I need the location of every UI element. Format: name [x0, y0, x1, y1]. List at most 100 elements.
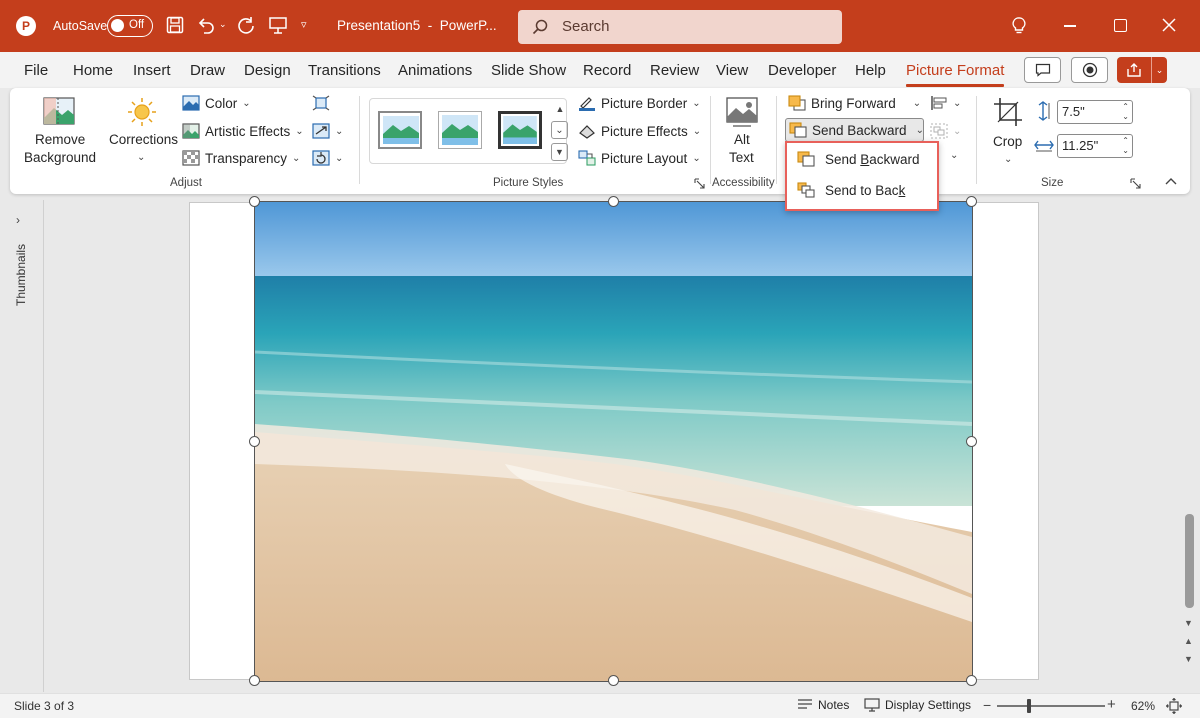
redo-icon[interactable] [236, 15, 256, 35]
autosave-toggle[interactable]: Off [107, 15, 153, 37]
search-box[interactable]: Search [518, 10, 842, 44]
resize-handle-bottom-left[interactable] [249, 675, 260, 686]
record-icon [1082, 62, 1097, 78]
group-objects-chevron-icon: ⌄ [953, 125, 962, 137]
tab-transitions[interactable]: Transitions [308, 62, 381, 79]
expand-thumbnails-chevron-icon[interactable]: › [16, 213, 20, 227]
maximize-icon[interactable] [1114, 19, 1127, 32]
picture-layout-button[interactable]: Picture Layout ⌄ [578, 150, 701, 166]
tab-home[interactable]: Home [73, 62, 113, 79]
bring-forward-button[interactable]: Bring Forward ⌄ [788, 95, 921, 111]
next-slide-icon[interactable]: ▼ [1184, 654, 1193, 664]
resize-handle-top-left[interactable] [249, 196, 260, 207]
customize-toolbar-chevron-icon[interactable]: ▿ [301, 18, 307, 31]
alt-text-button[interactable]: Alt Text [718, 94, 766, 170]
width-spinner-icon[interactable]: ⌃ ⌄ [1122, 136, 1129, 156]
rotate-button[interactable]: ⌄ [950, 150, 958, 161]
tab-developer[interactable]: Developer [768, 62, 836, 79]
picture-border-button[interactable]: Picture Border ⌄ [578, 95, 701, 111]
picture-effects-button[interactable]: Picture Effects ⌄ [578, 123, 701, 139]
transparency-button[interactable]: Transparency ⌄ [182, 150, 300, 166]
picture-style-thumbnail[interactable] [438, 111, 482, 149]
gallery-scroll-up-icon[interactable]: ▲ [553, 100, 567, 118]
crop-label: Crop [993, 134, 1023, 149]
zoom-out-icon[interactable]: − [983, 697, 991, 713]
color-button[interactable]: Color ⌄ [182, 95, 251, 111]
previous-slide-icon[interactable]: ▲ [1184, 636, 1193, 646]
width-input[interactable]: 11.25" ⌃ ⌄ [1057, 134, 1133, 158]
record-button[interactable] [1071, 57, 1108, 83]
save-icon[interactable] [166, 16, 184, 34]
change-picture-button[interactable]: ⌄ [312, 123, 343, 139]
height-input[interactable]: 7.5" ⌃ ⌄ [1057, 100, 1133, 124]
send-to-back-menu-item[interactable]: Send to Back [797, 182, 905, 198]
resize-handle-top-center[interactable] [608, 196, 619, 207]
tab-draw[interactable]: Draw [190, 62, 225, 79]
send-backward-chevron-icon: ⌄ [915, 124, 924, 136]
picture-style-thumbnail[interactable] [378, 111, 422, 149]
share-dropdown-chevron-icon[interactable]: ⌄ [1151, 57, 1167, 83]
lightbulb-icon[interactable] [1011, 17, 1027, 35]
group-objects-icon [930, 123, 948, 139]
undo-icon[interactable] [196, 15, 216, 35]
tab-view[interactable]: View [716, 62, 748, 79]
compress-pictures-icon[interactable] [312, 95, 330, 111]
scroll-down-icon[interactable]: ▼ [1184, 618, 1193, 628]
minimize-icon[interactable] [1064, 25, 1076, 27]
display-settings-button[interactable]: Display Settings [864, 698, 971, 712]
corrections-chevron-icon: ⌄ [137, 152, 146, 163]
zoom-level[interactable]: 62% [1131, 699, 1155, 713]
picture-style-thumbnail[interactable] [498, 111, 542, 149]
undo-dropdown-chevron-icon[interactable]: ⌄ [219, 19, 227, 30]
tab-help[interactable]: Help [855, 62, 886, 79]
tab-insert[interactable]: Insert [133, 62, 171, 79]
resize-handle-middle-right[interactable] [966, 436, 977, 447]
reset-picture-icon [312, 150, 330, 166]
crop-button[interactable]: Crop ⌄ [986, 94, 1030, 170]
artistic-effects-label: Artistic Effects [205, 123, 291, 139]
remove-background-button[interactable]: Remove Background [20, 94, 98, 168]
picture-effects-icon [579, 125, 595, 139]
comments-button[interactable] [1024, 57, 1061, 83]
alt-text-label-line1: Alt [734, 132, 750, 147]
share-button[interactable] [1117, 57, 1151, 83]
picture-styles-dialog-launcher-icon[interactable] [694, 178, 705, 189]
picture-border-icon [579, 97, 595, 111]
close-icon[interactable] [1161, 17, 1177, 33]
resize-handle-bottom-center[interactable] [608, 675, 619, 686]
width-value: 11.25" [1062, 138, 1099, 153]
zoom-slider[interactable] [997, 699, 1105, 713]
search-icon [532, 19, 548, 35]
collapse-ribbon-icon[interactable] [1163, 174, 1179, 188]
vertical-scrollbar[interactable]: ▼ ▲ ▼ [1182, 200, 1200, 692]
send-backward-button[interactable]: Send Backward ⌄ [785, 118, 924, 142]
tab-design[interactable]: Design [244, 62, 291, 79]
artistic-effects-button[interactable]: Artistic Effects ⌄ [182, 123, 304, 139]
tab-file[interactable]: File [24, 62, 48, 79]
tab-picture-format[interactable]: Picture Format [906, 62, 1004, 79]
reset-picture-button[interactable]: ⌄ [312, 150, 343, 166]
beach-picture[interactable] [254, 201, 973, 682]
zoom-in-icon[interactable]: + [1107, 696, 1116, 713]
tab-record[interactable]: Record [583, 62, 631, 79]
picture-styles-gallery [369, 98, 567, 164]
resize-handle-top-right[interactable] [966, 196, 977, 207]
zoom-slider-thumb[interactable] [1027, 699, 1031, 713]
resize-handle-middle-left[interactable] [249, 436, 260, 447]
send-backward-menu-item[interactable]: Send Backward [797, 151, 920, 167]
remove-background-label-line1: Remove [35, 132, 86, 147]
corrections-button[interactable]: Corrections ⌄ [106, 94, 178, 170]
tab-animations[interactable]: Animations [398, 62, 472, 79]
gallery-scroll-down-icon[interactable]: ⌄ [551, 121, 568, 139]
tab-review[interactable]: Review [650, 62, 699, 79]
present-from-start-icon[interactable] [268, 15, 288, 35]
notes-button[interactable]: Notes [797, 698, 849, 712]
size-dialog-launcher-icon[interactable] [1130, 178, 1141, 189]
fit-slide-to-window-icon[interactable] [1165, 697, 1183, 715]
resize-handle-bottom-right[interactable] [966, 675, 977, 686]
align-button[interactable]: ⌄ [930, 95, 961, 111]
gallery-more-icon[interactable]: ▼ [551, 143, 568, 161]
tab-slide-show[interactable]: Slide Show [491, 62, 566, 79]
height-spinner-icon[interactable]: ⌃ ⌄ [1122, 102, 1129, 122]
scrollbar-thumb[interactable] [1185, 514, 1194, 608]
